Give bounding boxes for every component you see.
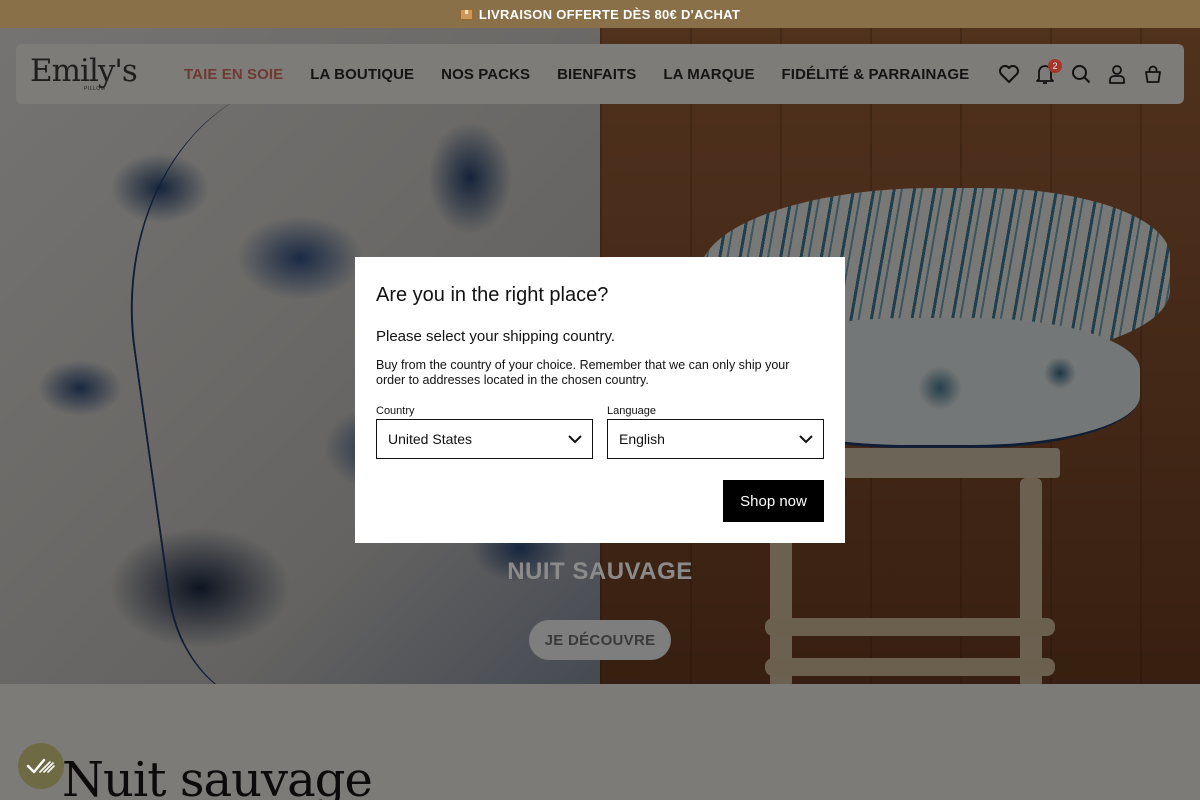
- nav-item-la-boutique[interactable]: LA BOUTIQUE: [310, 66, 414, 83]
- nav-item-bienfaits[interactable]: BIENFAITS: [557, 66, 636, 83]
- promo-bar: LIVRAISON OFFERTE DÈS 80€ D'ACHAT: [0, 0, 1200, 28]
- language-label: Language: [607, 405, 656, 417]
- nav-item-la-marque[interactable]: LA MARQUE: [663, 66, 754, 83]
- search-icon[interactable]: [1070, 63, 1092, 85]
- chevron-down-icon: [568, 435, 582, 444]
- promo-text: LIVRAISON OFFERTE DÈS 80€ D'ACHAT: [478, 6, 741, 22]
- country-selector-modal: Are you in the right place? Please selec…: [355, 257, 845, 543]
- privacy-settings-button[interactable]: [18, 743, 64, 789]
- main-nav: TAIE EN SOIE LA BOUTIQUE NOS PACKS BIENF…: [184, 44, 969, 104]
- brand-logo[interactable]: Emily's: [30, 53, 138, 89]
- country-select[interactable]: United States: [376, 419, 593, 459]
- chevron-down-icon: [799, 435, 813, 444]
- country-value: United States: [388, 431, 473, 447]
- hero-title: NUIT SAUVAGE: [507, 558, 693, 585]
- heart-icon[interactable]: [998, 63, 1020, 85]
- site-header: Emily's PILLOW TAIE EN SOIE LA BOUTIQUE …: [16, 44, 1184, 104]
- bag-icon[interactable]: [1142, 63, 1164, 85]
- language-select[interactable]: English: [607, 419, 824, 459]
- modal-description: Buy from the country of your choice. Rem…: [376, 358, 790, 387]
- notification-badge: 2: [1048, 59, 1062, 73]
- language-value: English: [619, 431, 665, 447]
- bell-icon[interactable]: 2: [1034, 59, 1062, 85]
- account-icon[interactable]: [1106, 63, 1128, 85]
- nav-item-fidelite-parrainage[interactable]: FIDÉLITÉ & PARRAINAGE: [782, 66, 970, 83]
- brand-logo-sub: PILLOW: [84, 86, 106, 92]
- header-actions: 2: [998, 44, 1164, 104]
- privacy-check-icon: [26, 758, 55, 774]
- nav-item-nos-packs[interactable]: NOS PACKS: [441, 66, 530, 83]
- nav-item-taie-en-soie[interactable]: TAIE EN SOIE: [184, 66, 283, 83]
- modal-subtitle: Please select your shipping country.: [376, 328, 616, 345]
- modal-backdrop-lower[interactable]: [0, 684, 1200, 800]
- hero-cta-button[interactable]: JE DÉCOUVRE: [529, 620, 671, 660]
- country-label: Country: [376, 405, 415, 417]
- package-icon: [459, 8, 473, 20]
- shop-now-button[interactable]: Shop now: [723, 480, 824, 522]
- modal-title: Are you in the right place?: [376, 284, 609, 306]
